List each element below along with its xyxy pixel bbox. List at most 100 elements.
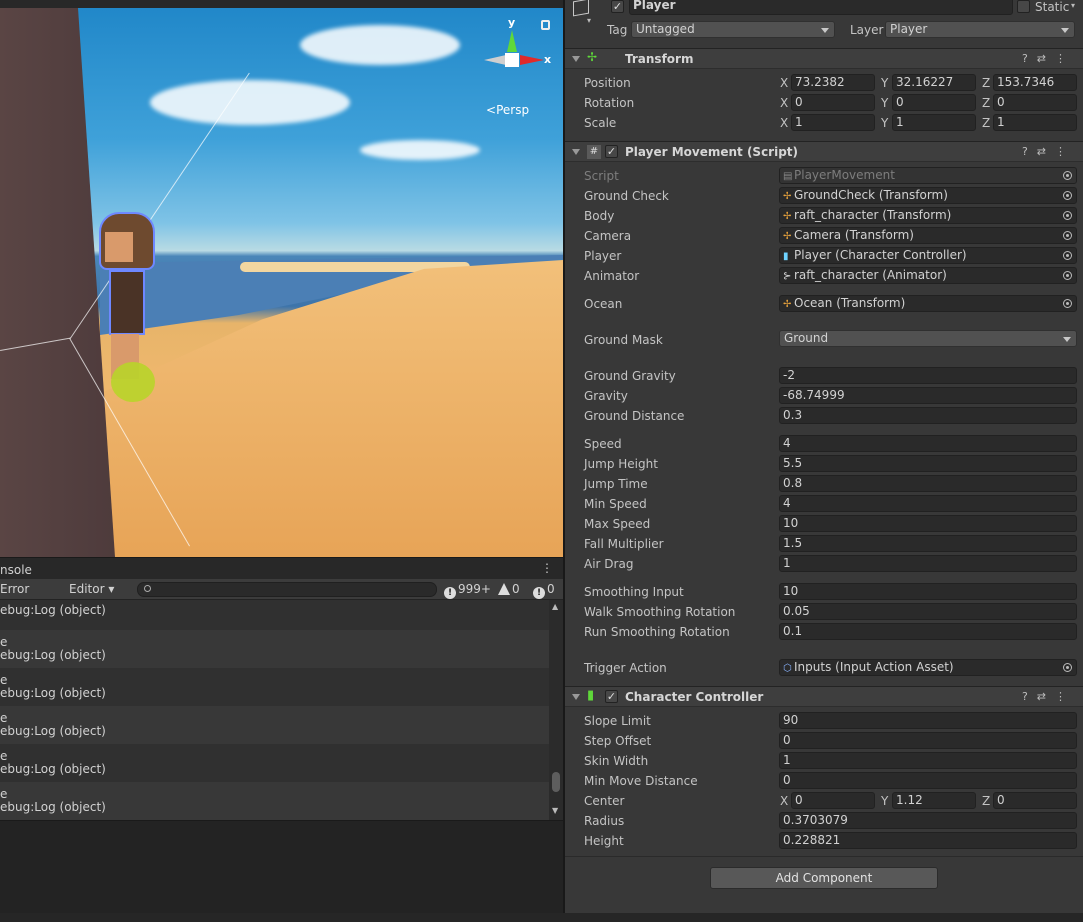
character-controller-header[interactable]: ▮ ✓ Character Controller ?⇄⋮ (565, 686, 1083, 707)
step-offset-field[interactable]: 0 (779, 732, 1077, 749)
slope-limit-label: Slope Limit (584, 714, 651, 728)
help-icon[interactable]: ? (1022, 145, 1037, 158)
console-tab[interactable]: nsole (0, 560, 32, 580)
icon-dropdown-arrow-icon[interactable]: ▾ (587, 16, 591, 25)
scroll-down-icon[interactable]: ▼ (552, 806, 558, 815)
ocean-field[interactable]: ✢ Ocean (Transform) (779, 295, 1077, 312)
player-field[interactable]: ▮ Player (Character Controller) (779, 247, 1077, 264)
center-x-field[interactable]: 0 (791, 792, 875, 809)
center-z-field[interactable]: 0 (993, 792, 1077, 809)
max-speed-field[interactable]: 10 (779, 515, 1077, 532)
gizmo-center-cube-icon[interactable] (505, 53, 519, 67)
min-speed-field[interactable]: 4 (779, 495, 1077, 512)
help-icon[interactable]: ? (1022, 690, 1037, 703)
kebab-menu-icon[interactable]: ⋮ (1055, 690, 1075, 703)
add-component-button[interactable]: Add Component (710, 867, 938, 889)
camera-field[interactable]: ✢ Camera (Transform) (779, 227, 1077, 244)
warning-count-toggle[interactable]: 0 (498, 581, 520, 598)
list-item[interactable]: ebug:Log (object) (0, 600, 549, 630)
ground-distance-label: Ground Distance (584, 409, 685, 423)
object-picker-icon[interactable] (1063, 251, 1072, 260)
ground-distance-field[interactable]: 0.3 (779, 407, 1077, 424)
walk-smoothing-field[interactable]: 0.05 (779, 603, 1077, 620)
console-log-list[interactable]: ebug:Log (object) e ebug:Log (object) e eb… (0, 600, 549, 820)
position-z-field[interactable]: 153.7346 (993, 74, 1077, 91)
console-scrollbar[interactable]: ▲ ▼ (549, 600, 563, 820)
object-picker-icon[interactable] (1063, 191, 1072, 200)
transform-header[interactable]: ✢ Transform ?⇄⋮ (565, 48, 1083, 69)
object-picker-icon[interactable] (1063, 271, 1072, 280)
x-axis-arrow-icon[interactable] (520, 55, 544, 65)
scene-view[interactable]: x y <Persp (0, 0, 563, 557)
perspective-toggle[interactable]: <Persp (486, 103, 529, 117)
jump-time-field[interactable]: 0.8 (779, 475, 1077, 492)
ground-check-field[interactable]: ✢ GroundCheck (Transform) (779, 187, 1077, 204)
player-movement-header[interactable]: # ✓ Player Movement (Script) ?⇄⋮ (565, 141, 1083, 162)
gravity-field[interactable]: -68.74999 (779, 387, 1077, 404)
air-drag-field[interactable]: 1 (779, 555, 1077, 572)
scale-x-field[interactable]: 1 (791, 114, 875, 131)
z-axis-arrow-icon[interactable] (484, 55, 506, 65)
help-icon[interactable]: ? (1022, 52, 1037, 65)
active-checkbox[interactable]: ✓ (611, 0, 624, 13)
list-item[interactable]: e ebug:Log (object) (0, 706, 549, 744)
slope-limit-field[interactable]: 90 (779, 712, 1077, 729)
editor-dropdown[interactable]: Editor ▾ (66, 579, 116, 600)
rotation-z-field[interactable]: 0 (993, 94, 1077, 111)
error-count-toggle[interactable]: ! 0 (533, 581, 555, 599)
component-enabled-checkbox[interactable]: ✓ (605, 145, 618, 158)
scrollbar-thumb[interactable] (552, 772, 560, 792)
presets-icon[interactable]: ⇄ (1037, 52, 1055, 65)
position-x-field[interactable]: 73.2382 (791, 74, 875, 91)
tag-dropdown[interactable]: Untagged (631, 21, 835, 38)
rotation-x-field[interactable]: 0 (791, 94, 875, 111)
list-item[interactable]: e ebug:Log (object) (0, 668, 549, 706)
body-field[interactable]: ✢ raft_character (Transform) (779, 207, 1077, 224)
foldout-arrow-icon[interactable] (572, 149, 580, 155)
component-enabled-checkbox[interactable]: ✓ (605, 690, 618, 703)
kebab-menu-icon[interactable]: ⋮ (541, 561, 553, 575)
height-field[interactable]: 0.228821 (779, 832, 1077, 849)
kebab-menu-icon[interactable]: ⋮ (1055, 145, 1075, 158)
layer-dropdown[interactable]: Player (885, 21, 1075, 38)
object-name-field[interactable]: Player (629, 0, 1013, 15)
center-y-field[interactable]: 1.12 (892, 792, 976, 809)
position-y-field[interactable]: 32.16227 (892, 74, 976, 91)
error-pause-button[interactable]: Error Pause (0, 579, 64, 617)
fall-multiplier-field[interactable]: 1.5 (779, 535, 1077, 552)
scale-z-field[interactable]: 1 (993, 114, 1077, 131)
list-item[interactable]: e ebug:Log (object) (0, 630, 549, 668)
run-smoothing-field[interactable]: 0.1 (779, 623, 1077, 640)
object-picker-icon[interactable] (1063, 211, 1072, 220)
object-picker-icon[interactable] (1063, 299, 1072, 308)
log-count-toggle[interactable]: ! 999+ (444, 581, 491, 599)
jump-height-field[interactable]: 5.5 (779, 455, 1077, 472)
speed-field[interactable]: 4 (779, 435, 1077, 452)
min-move-distance-field[interactable]: 0 (779, 772, 1077, 789)
object-picker-icon[interactable] (1063, 663, 1072, 672)
list-item[interactable]: e ebug:Log (object) (0, 744, 549, 782)
console-search-input[interactable] (137, 582, 437, 597)
player-character[interactable] (97, 212, 157, 402)
kebab-menu-icon[interactable]: ⋮ (1055, 52, 1075, 65)
static-dropdown-icon[interactable]: ▾ (1071, 1, 1075, 10)
skin-width-field[interactable]: 1 (779, 752, 1077, 769)
ground-mask-dropdown[interactable]: Ground (779, 330, 1077, 347)
presets-icon[interactable]: ⇄ (1037, 690, 1055, 703)
static-checkbox[interactable] (1017, 0, 1030, 13)
rotation-y-field[interactable]: 0 (892, 94, 976, 111)
y-axis-arrow-icon[interactable] (507, 30, 517, 52)
presets-icon[interactable]: ⇄ (1037, 145, 1055, 158)
scroll-up-icon[interactable]: ▲ (552, 602, 558, 611)
list-item[interactable]: e ebug:Log (object) (0, 782, 549, 820)
animator-field[interactable]: ⊱ raft_character (Animator) (779, 267, 1077, 284)
object-picker-icon[interactable] (1063, 231, 1072, 240)
foldout-arrow-icon[interactable] (572, 694, 580, 700)
trigger-action-field[interactable]: ⬡ Inputs (Input Action Asset) (779, 659, 1077, 676)
foldout-arrow-icon[interactable] (572, 56, 580, 62)
smoothing-input-field[interactable]: 10 (779, 583, 1077, 600)
lock-icon[interactable] (541, 20, 550, 30)
ground-gravity-field[interactable]: -2 (779, 367, 1077, 384)
scale-y-field[interactable]: 1 (892, 114, 976, 131)
radius-field[interactable]: 0.3703079 (779, 812, 1077, 829)
